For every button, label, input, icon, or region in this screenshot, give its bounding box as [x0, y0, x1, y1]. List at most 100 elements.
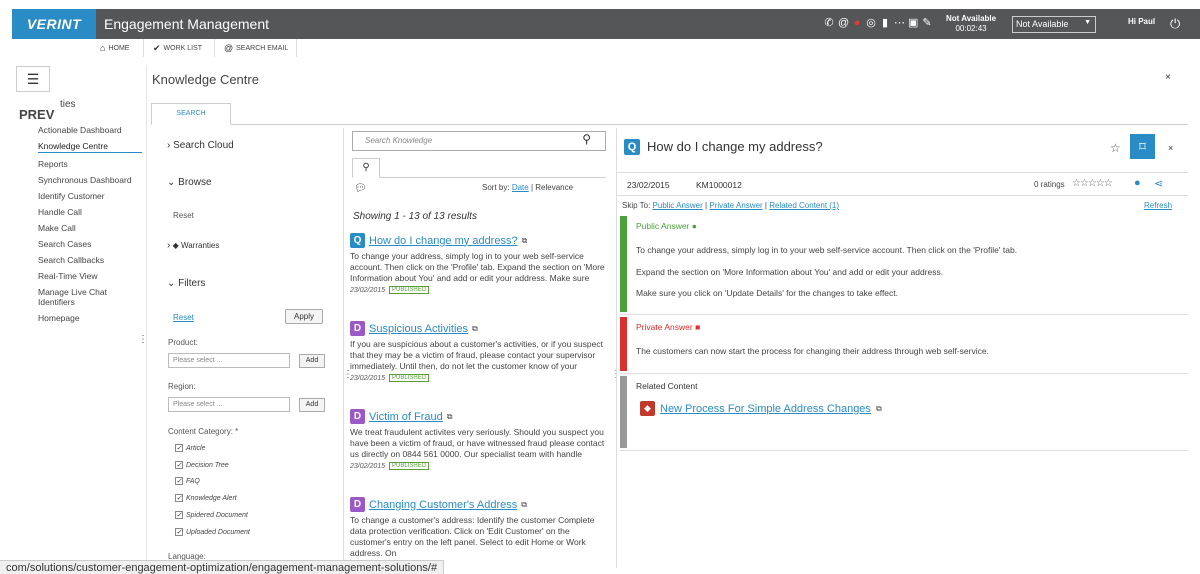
sidebar-resize-handle[interactable]: ⋮	[138, 334, 148, 345]
filters-reset-link[interactable]: Reset	[173, 313, 194, 322]
hamburger-menu-icon[interactable]: ☰	[16, 66, 50, 92]
window-icon[interactable]: ▣	[908, 16, 918, 30]
external-link-icon[interactable]: ⧉	[876, 404, 882, 414]
favourite-star-icon[interactable]: ☆	[1110, 141, 1121, 155]
skip-related-link[interactable]: Related Content (1)	[769, 201, 839, 210]
results-resize-handle-left[interactable]: ⋮	[343, 369, 353, 380]
category-decision-tree[interactable]: ✓ Decision Tree	[175, 461, 229, 469]
sort-controls: Sort by: Date | Relevance	[482, 183, 573, 192]
search-cloud-toggle[interactable]: › Search Cloud	[167, 140, 234, 151]
apply-button[interactable]: Apply	[285, 309, 323, 324]
result-snippet: If you are suspicious about a customer's…	[350, 339, 603, 371]
search-input[interactable]: Search Knowledge ⚲	[352, 131, 606, 151]
faq-badge-icon: Q	[350, 233, 365, 248]
nav-worklist[interactable]: ✔ WORK LIST	[153, 43, 202, 54]
record-icon[interactable]: ◎	[866, 16, 876, 30]
search-cloud-label: Search Cloud	[173, 140, 234, 151]
sidebar-item-homepage[interactable]: Homepage	[38, 313, 142, 323]
sidebar-item-search-cases[interactable]: Search Cases	[38, 239, 142, 249]
search-icon[interactable]: ⚲	[582, 132, 591, 146]
chevron-down-icon: ▼	[1084, 19, 1091, 26]
sidebar-item-manage-live-chat[interactable]: Manage Live Chat Identifiers	[38, 287, 142, 307]
external-link-icon[interactable]: ⧉	[522, 236, 528, 246]
chat-icon[interactable]: ●	[852, 16, 862, 30]
result-title-link[interactable]: Changing Customer's Address	[369, 499, 517, 511]
checkbox-checked[interactable]: ✓	[175, 494, 183, 502]
related-content-link[interactable]: New Process For Simple Address Changes	[660, 403, 871, 415]
checkbox-checked[interactable]: ✓	[175, 444, 183, 452]
region-label: Region:	[168, 382, 196, 391]
sort-relevance-link[interactable]: Relevance	[535, 183, 573, 192]
share-icon[interactable]: ⋖	[1154, 177, 1163, 190]
nav-search-email[interactable]: @ SEARCH EMAIL	[224, 43, 288, 53]
add-product-button[interactable]: Add	[299, 354, 325, 368]
sort-date-link[interactable]: Date	[512, 183, 529, 192]
category-article[interactable]: ✓ Article	[175, 444, 205, 452]
status-select[interactable]: Not Available ▼	[1012, 16, 1096, 33]
category-uploaded-document[interactable]: ✓ Uploaded Document	[175, 528, 250, 536]
category-knowledge-alert[interactable]: ✓ Knowledge Alert	[175, 494, 237, 502]
rating-stars[interactable]: ☆☆☆☆☆	[1072, 178, 1113, 189]
sidebar-item-search-callbacks[interactable]: Search Callbacks	[38, 255, 142, 265]
phone-icon[interactable]: ✆	[824, 16, 834, 30]
skip-public-link[interactable]: Public Answer	[653, 201, 703, 210]
warranties-toggle[interactable]: › ◆ Warranties	[167, 240, 219, 251]
verint-logo[interactable]: VERINT	[12, 9, 96, 39]
browse-toggle[interactable]: ⌄ Browse	[167, 177, 212, 188]
sidebar-item-real-time-view[interactable]: Real-Time View	[38, 271, 142, 281]
external-link-icon[interactable]: ⧉	[472, 324, 478, 334]
sidebar-item-make-call[interactable]: Make Call	[38, 223, 142, 233]
skip-private-link[interactable]: Private Answer	[709, 201, 762, 210]
result-title-link[interactable]: How do I change my address?	[369, 235, 518, 247]
network-icon[interactable]: ⋯	[894, 16, 905, 30]
prev-button[interactable]: PREV	[19, 107, 54, 122]
at-icon[interactable]: @	[838, 16, 849, 30]
status-badge: PUBLISHED	[389, 286, 430, 294]
close-icon[interactable]: ×	[1165, 72, 1171, 83]
checkbox-checked[interactable]: ✓	[175, 528, 183, 536]
search-placeholder: Search Knowledge	[365, 136, 433, 145]
article-date: 23/02/2015	[627, 180, 670, 190]
sidebar-item-knowledge-centre[interactable]: Knowledge Centre	[38, 141, 142, 153]
power-icon[interactable]: ⏻	[1170, 16, 1180, 32]
category-label: Knowledge Alert	[186, 494, 237, 502]
sidebar-item-synchronous-dashboard[interactable]: Synchronous Dashboard	[38, 175, 142, 185]
region-select[interactable]: Please select ...	[168, 397, 290, 412]
sidebar-item-handle-call[interactable]: Handle Call	[38, 207, 142, 217]
tab-search[interactable]: SEARCH	[151, 103, 231, 125]
sort-separator: |	[530, 183, 534, 192]
checkbox-checked[interactable]: ✓	[175, 511, 183, 519]
sidebar-item-identify-customer[interactable]: Identify Customer	[38, 191, 142, 201]
result-title-link[interactable]: Suspicious Activities	[369, 323, 468, 335]
public-answer-label: Public Answer	[636, 221, 690, 231]
refresh-link[interactable]: Refresh	[1144, 201, 1172, 210]
result-title-link[interactable]: Victim of Fraud	[369, 411, 443, 423]
product-select[interactable]: Please select ...	[168, 353, 290, 368]
faq-badge-icon: Q	[624, 139, 640, 155]
private-answer-section: Private Answer ■ The customers can now s…	[620, 317, 1188, 371]
related-content-section: Related Content ◆ New Process For Simple…	[620, 376, 1188, 448]
filters-toggle[interactable]: ⌄ Filters	[167, 278, 205, 289]
article-meta-bar: 23/02/2015 KM1000012 0 ratings ☆☆☆☆☆ ● ⋖	[617, 172, 1188, 196]
checkbox-checked[interactable]: ✓	[175, 461, 183, 469]
tools-icon[interactable]: ✎	[922, 16, 932, 30]
category-label: Decision Tree	[186, 461, 229, 469]
sidebar-item-reports[interactable]: Reports	[38, 159, 142, 169]
external-link-icon[interactable]: ⧉	[521, 500, 527, 510]
checkbox-checked[interactable]: ✓	[175, 477, 183, 485]
close-icon[interactable]: ×	[1168, 143, 1173, 153]
document-icon[interactable]: ▮	[880, 16, 890, 30]
add-region-button[interactable]: Add	[299, 398, 325, 412]
related-item[interactable]: ◆ New Process For Simple Address Changes…	[640, 401, 882, 416]
browse-reset-link[interactable]: Reset	[173, 211, 194, 220]
external-link-icon[interactable]: ⧉	[447, 412, 453, 422]
sidebar-item-actionable-dashboard[interactable]: Actionable Dashboard	[38, 125, 142, 135]
bookmark-icon[interactable]: ⌑	[1130, 134, 1155, 159]
tab-search-results[interactable]: ⚲	[352, 158, 380, 178]
comment-icon[interactable]: ●	[1134, 177, 1141, 189]
category-faq[interactable]: ✓ FAQ	[175, 477, 200, 485]
nav-home[interactable]: ⌂ HOME	[100, 43, 129, 53]
chat-bubble-icon[interactable]: 💬︎	[354, 183, 367, 194]
category-spidered-document[interactable]: ✓ Spidered Document	[175, 511, 248, 519]
article-panel: Q How do I change my address? ☆ ⌑ × 23/0…	[617, 128, 1188, 568]
